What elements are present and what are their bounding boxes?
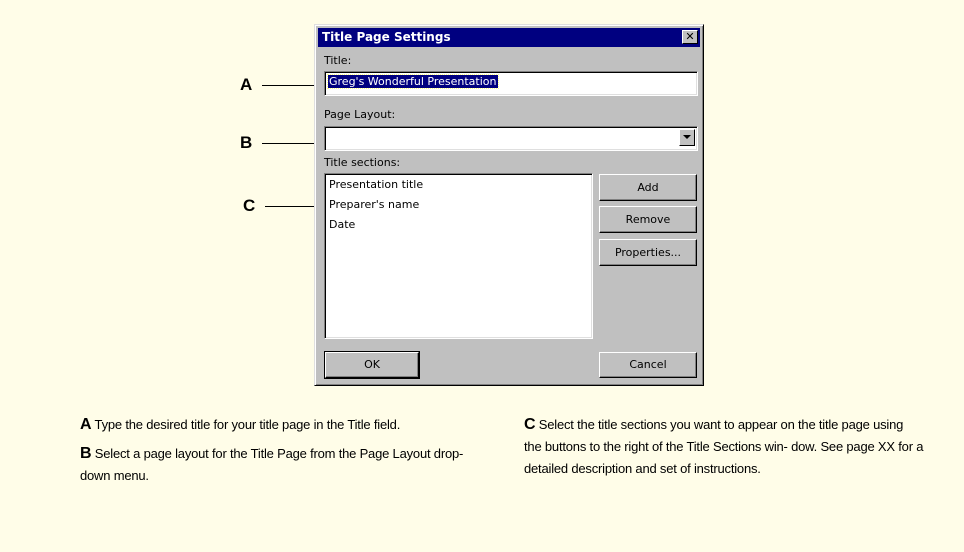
close-button[interactable]: ✕ xyxy=(682,30,698,44)
title-label: Title: xyxy=(324,54,352,67)
title-input-value: Greg's Wonderful Presentation xyxy=(327,74,499,89)
page-layout-label: Page Layout: xyxy=(324,108,396,121)
caption-b-text: Select a page layout for the Title Page … xyxy=(80,446,464,483)
dropdown-arrow-button[interactable] xyxy=(679,129,695,146)
caption-c-letter: C xyxy=(524,416,536,433)
remove-button[interactable]: Remove xyxy=(599,206,697,233)
ok-button[interactable]: OK xyxy=(324,351,420,379)
callout-c: C xyxy=(243,196,256,215)
list-item[interactable]: Presentation title xyxy=(329,178,423,191)
callout-a: A xyxy=(240,75,253,94)
cancel-button[interactable]: Cancel xyxy=(599,352,697,378)
dropdown-arrow-icon xyxy=(683,135,691,139)
list-item[interactable]: Preparer's name xyxy=(329,198,419,211)
dialog-title: Title Page Settings xyxy=(322,30,451,44)
caption-c-text: Select the title sections you want to ap… xyxy=(524,417,924,476)
page-layout-select[interactable] xyxy=(324,126,698,151)
callout-a-line xyxy=(262,85,322,86)
title-input[interactable]: Greg's Wonderful Presentation xyxy=(324,71,698,96)
callout-b: B xyxy=(240,133,253,152)
caption-a-text: Type the desired title for your title pa… xyxy=(94,417,401,432)
title-page-settings-dialog: Title Page Settings ✕ Title: Greg's Wond… xyxy=(314,24,704,386)
properties-button[interactable]: Properties... xyxy=(599,239,697,266)
dialog-titlebar[interactable]: Title Page Settings ✕ xyxy=(318,28,700,47)
close-icon: ✕ xyxy=(685,30,695,43)
callout-b-line xyxy=(262,143,322,144)
add-button[interactable]: Add xyxy=(599,174,697,201)
caption-a-letter: A xyxy=(80,416,92,433)
title-sections-label: Title sections: xyxy=(324,156,401,169)
page: A B C Title Page Settings ✕ Title: Greg'… xyxy=(0,0,964,552)
caption-b: B Select a page layout for the Title Pag… xyxy=(80,443,480,487)
caption-b-letter: B xyxy=(80,445,92,462)
caption-c: C Select the title sections you want to … xyxy=(524,414,924,480)
caption-a: A Type the desired title for your title … xyxy=(80,414,500,436)
list-item[interactable]: Date xyxy=(329,218,355,231)
title-sections-list[interactable]: Presentation title Preparer's name Date xyxy=(324,173,593,339)
